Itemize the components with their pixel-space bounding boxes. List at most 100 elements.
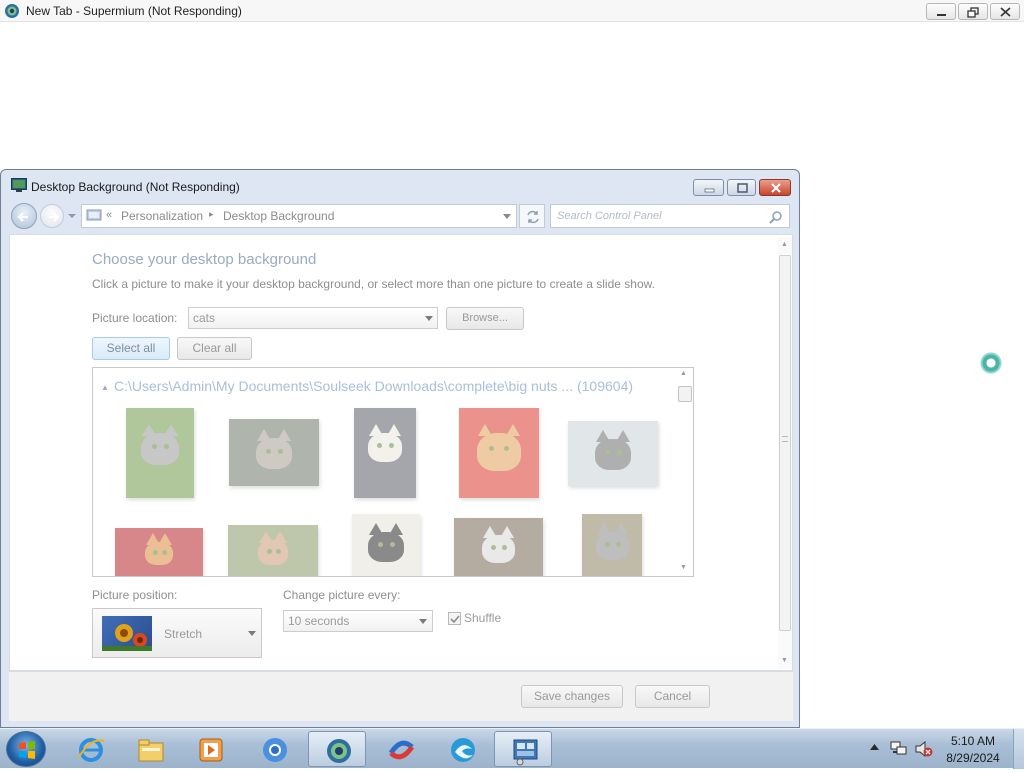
cat-face — [477, 433, 521, 471]
scroll-up-icon[interactable]: ▲ — [680, 370, 687, 377]
supermium-icon — [327, 739, 351, 763]
taskbar-button-edge[interactable] — [433, 731, 491, 767]
picture-location-label: Picture location: — [92, 311, 178, 325]
picture-thumbnail-cat-9[interactable] — [454, 518, 543, 576]
change-picture-interval-dropdown[interactable]: 10 seconds — [283, 610, 433, 632]
busy-cursor-icon — [980, 352, 1002, 374]
close-icon — [771, 183, 781, 193]
address-dropdown-icon[interactable] — [502, 213, 512, 221]
picture-thumbnail-cat-5[interactable] — [568, 421, 658, 486]
supermium-app-icon — [5, 4, 19, 18]
forward-button[interactable] — [40, 204, 64, 228]
cat-face — [255, 437, 293, 470]
dialog-close-button[interactable] — [759, 179, 791, 196]
network-icon[interactable] — [890, 741, 908, 757]
picture-position-preview — [102, 616, 152, 651]
picture-thumbnail-cat-7[interactable] — [228, 525, 318, 576]
flower-preview-icon — [102, 624, 152, 651]
search-icon[interactable] — [769, 210, 783, 224]
back-arrow-icon — [17, 212, 28, 222]
cancel-button[interactable]: Cancel — [635, 685, 710, 708]
navigation-bar: « Personalization ▸ Desktop Background — [9, 203, 793, 231]
scroll-down-icon[interactable]: ▼ — [680, 564, 687, 571]
picture-thumbnail-cat-6[interactable] — [115, 528, 203, 576]
recent-pages-dropdown-icon[interactable] — [67, 211, 77, 221]
maximize-icon — [737, 183, 748, 193]
breadcrumb-personalization[interactable]: Personalization — [121, 209, 203, 223]
change-picture-interval-value: 10 seconds — [288, 614, 350, 628]
cat-face — [368, 531, 404, 562]
scroll-down-icon[interactable]: ▼ — [781, 657, 788, 664]
picture-position-label: Picture position: — [92, 588, 178, 602]
taskbar-button-control-panel[interactable] — [494, 731, 552, 767]
breadcrumb-overflow[interactable]: « — [106, 209, 112, 221]
browser-close-button[interactable] — [990, 3, 1020, 20]
clear-all-button[interactable]: Clear all — [177, 337, 252, 360]
forward-arrow-icon — [49, 212, 60, 222]
volume-muted-icon[interactable] — [915, 741, 933, 757]
start-button[interactable] — [6, 731, 46, 767]
control-panel-icon — [513, 739, 538, 766]
cat-ear — [596, 430, 611, 443]
picture-thumbnail-cat-10[interactable] — [582, 514, 642, 576]
cat-face — [595, 531, 629, 560]
browser-restore-button[interactable] — [958, 3, 988, 20]
clock-time[interactable]: 5:10 AM — [938, 734, 1008, 748]
cat-eye — [491, 544, 497, 550]
cat-ear — [259, 530, 274, 543]
picture-thumbnail-cat-1[interactable] — [126, 408, 194, 498]
taskbar-button-internet-explorer[interactable] — [62, 731, 120, 767]
picture-thumbnail-cat-2[interactable] — [229, 419, 319, 486]
shuffle-label[interactable]: Shuffle — [464, 611, 501, 625]
refresh-button[interactable] — [519, 204, 545, 228]
taskbar-button-supermium[interactable] — [308, 731, 366, 767]
cat-face — [367, 433, 403, 463]
content-scroll-thumb[interactable] — [779, 255, 791, 631]
breadcrumb-desktop-background[interactable]: Desktop Background — [223, 209, 334, 223]
clock-date[interactable]: 8/29/2024 — [938, 751, 1008, 765]
picture-thumbnail-cat-8[interactable] — [352, 514, 420, 576]
scroll-up-icon[interactable]: ▲ — [781, 241, 788, 248]
picture-location-dropdown[interactable]: cats — [188, 307, 438, 329]
browser-minimize-button[interactable] — [926, 3, 956, 20]
picture-position-dropdown[interactable]: Stretch — [92, 608, 262, 658]
show-hidden-icons-icon[interactable] — [870, 743, 879, 751]
folder-icon — [138, 739, 164, 762]
cat-ear — [369, 522, 384, 535]
show-desktop-button[interactable] — [1013, 729, 1024, 769]
cat-ear — [388, 522, 403, 535]
taskbar-button-chromium-browser[interactable] — [245, 731, 303, 767]
cat-eye — [604, 541, 610, 547]
browser-titlebar[interactable]: New Tab - Supermium (Not Responding) — [0, 0, 1024, 22]
taskbar-button-media-player[interactable] — [181, 731, 239, 767]
picture-list[interactable]: ▲ C:\Users\Admin\My Documents\Soulseek D… — [92, 367, 694, 577]
taskbar-button-app-swirl[interactable] — [371, 731, 429, 767]
back-button[interactable] — [11, 203, 37, 229]
collapse-group-icon[interactable]: ▲ — [101, 383, 109, 392]
content-scrollbar[interactable]: ▲ ▼ — [778, 237, 792, 669]
search-input[interactable] — [557, 208, 757, 224]
taskbar: 5:10 AM 8/29/2024 — [0, 728, 1024, 769]
cat-face — [145, 542, 173, 566]
cat-eye — [265, 448, 271, 454]
shuffle-checkbox[interactable] — [448, 612, 461, 625]
browse-button[interactable]: Browse... — [446, 307, 524, 330]
picture-list-scroll-thumb[interactable] — [678, 386, 692, 402]
save-changes-button[interactable]: Save changes — [521, 685, 623, 708]
page-title: Choose your desktop background — [92, 251, 317, 268]
cat-ear — [157, 533, 172, 545]
picture-group-path: C:\Users\Admin\My Documents\Soulseek Dow… — [114, 378, 634, 394]
picture-thumbnail-cat-4[interactable] — [459, 408, 539, 498]
dialog-titlebar[interactable]: Desktop Background (Not Responding) — [1, 170, 799, 202]
taskbar-button-file-explorer[interactable] — [121, 731, 179, 767]
breadcrumb-separator-icon[interactable]: ▸ — [209, 209, 214, 220]
address-bar[interactable]: « Personalization ▸ Desktop Background — [81, 204, 517, 228]
chevron-down-icon — [425, 316, 433, 321]
dialog-minimize-button[interactable] — [693, 179, 724, 196]
picture-location-value: cats — [193, 311, 216, 325]
picture-thumbnail-cat-3[interactable] — [354, 408, 416, 498]
picture-list-scrollbar[interactable]: ▲ ▼ — [677, 368, 693, 576]
dialog-maximize-button[interactable] — [727, 179, 756, 196]
select-all-button[interactable]: Select all — [92, 337, 170, 360]
search-box[interactable] — [550, 204, 790, 228]
